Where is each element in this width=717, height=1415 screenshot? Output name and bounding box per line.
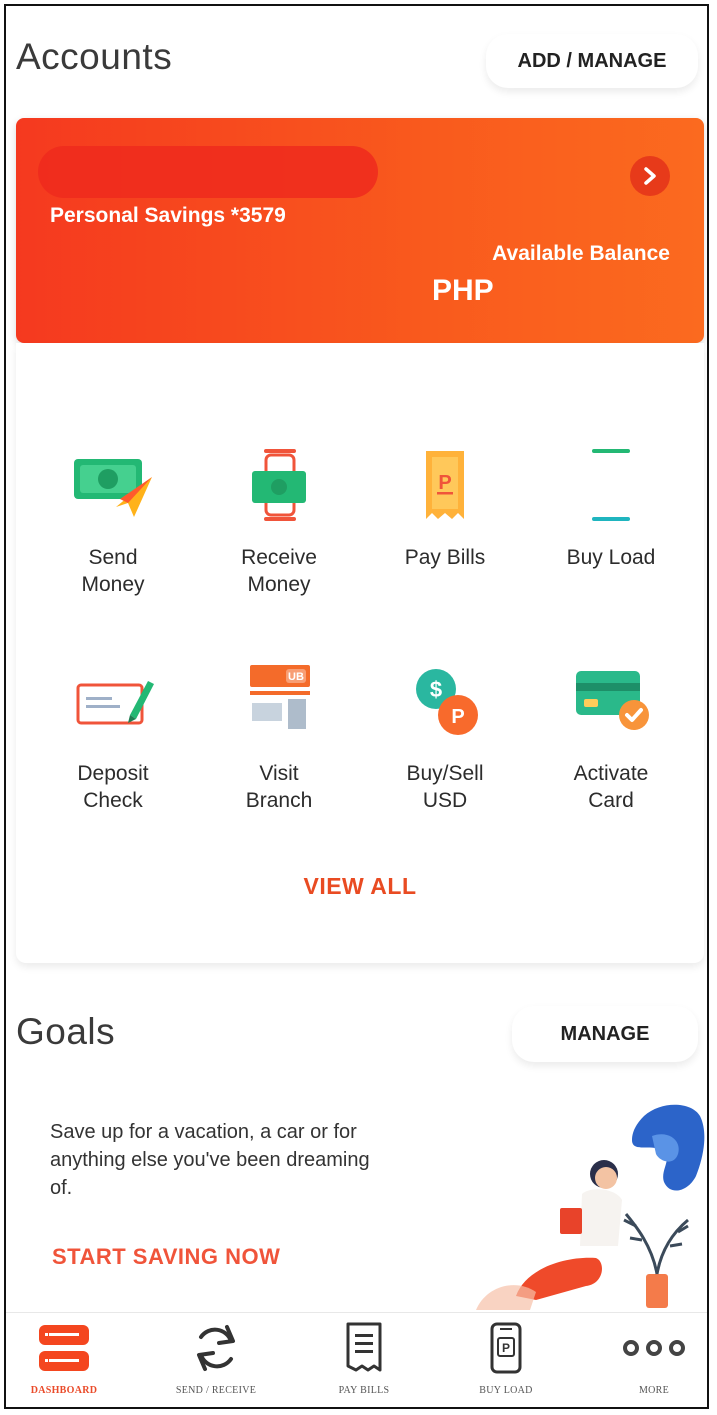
action-label: Send Money	[81, 546, 145, 596]
nav-dashboard[interactable]: DASHBOARD	[6, 1319, 134, 1396]
buy-load-phone-icon: P	[490, 1322, 522, 1374]
action-label: Activate Card	[573, 762, 649, 812]
svg-text:UB: UB	[288, 671, 304, 683]
view-all-link[interactable]: VIEW ALL	[16, 873, 704, 900]
account-details-button[interactable]	[630, 156, 670, 196]
receive-money-icon	[252, 449, 306, 521]
available-balance-label: Available Balance	[492, 242, 670, 265]
action-label: Receive Money	[241, 546, 317, 596]
redacted-account-holder	[38, 146, 378, 198]
activate-card-icon	[576, 671, 649, 730]
goals-illustration	[476, 1104, 705, 1310]
start-saving-now-link[interactable]: START SAVING NOW	[52, 1244, 280, 1270]
send-money-icon	[74, 459, 152, 517]
action-activate-card[interactable]: Activate Card	[528, 663, 694, 814]
goals-title: Goals	[16, 1011, 116, 1052]
nav-buy-load[interactable]: P BUY LOAD	[436, 1319, 576, 1396]
accounts-title: Accounts	[16, 36, 173, 77]
nav-pay-bills[interactable]: PAY BILLS	[294, 1319, 434, 1396]
goals-description: Save up for a vacation, a car or for any…	[50, 1121, 370, 1199]
bottom-navigation: DASHBOARD SEND / RECEIVE PAY BILLS P BUY…	[6, 1312, 707, 1407]
buy-sell-usd-icon: $ P	[416, 669, 478, 735]
action-buy-sell-usd[interactable]: $ P Buy/Sell USD	[362, 663, 528, 814]
svg-text:$: $	[430, 677, 442, 702]
action-pay-bills[interactable]: P Pay Bills	[362, 447, 528, 571]
action-deposit-check[interactable]: Deposit Check	[30, 663, 196, 814]
nav-more[interactable]: MORE	[584, 1319, 707, 1396]
svg-text:P: P	[502, 1341, 510, 1355]
svg-text:P: P	[451, 706, 464, 728]
action-send-money[interactable]: Send Money	[30, 447, 196, 598]
action-receive-money[interactable]: Receive Money	[196, 447, 362, 598]
nav-label: BUY LOAD	[479, 1385, 533, 1396]
add-manage-button[interactable]: ADD / MANAGE	[486, 34, 698, 88]
svg-text:P: P	[438, 472, 451, 494]
action-buy-load[interactable]: Buy Load	[528, 447, 694, 571]
action-label: Visit Branch	[245, 762, 313, 812]
action-label: Buy Load	[566, 546, 656, 569]
action-visit-branch[interactable]: UB Visit Branch	[196, 663, 362, 814]
action-label: Buy/Sell USD	[406, 762, 484, 812]
goals-card: Save up for a vacation, a car or for any…	[16, 1096, 705, 1310]
quick-actions-panel: Send Money Receive Money P Pay Bills Buy…	[16, 343, 704, 963]
visit-branch-icon: UB	[250, 665, 310, 729]
nav-label: MORE	[638, 1385, 670, 1396]
nav-send-receive[interactable]: SEND / RECEIVE	[146, 1319, 286, 1396]
account-name: Personal Savings *3579	[50, 204, 286, 227]
chevron-right-icon	[644, 167, 656, 185]
dashboard-icon	[39, 1325, 89, 1371]
send-receive-icon	[197, 1325, 235, 1371]
manage-goals-button[interactable]: MANAGE	[512, 1006, 698, 1062]
more-icon	[623, 1340, 685, 1356]
nav-label: SEND / RECEIVE	[175, 1385, 257, 1396]
pay-bills-receipt-icon	[346, 1322, 382, 1372]
deposit-check-icon	[76, 681, 154, 725]
nav-label: PAY BILLS	[338, 1385, 390, 1396]
action-label: Pay Bills	[404, 546, 486, 569]
account-card[interactable]: Personal Savings *3579 Available Balance…	[16, 118, 704, 343]
pay-bills-icon: P	[426, 451, 464, 519]
app-screen: Accounts ADD / MANAGE Personal Savings *…	[4, 4, 709, 1409]
balance-currency: PHP	[432, 274, 494, 307]
buy-load-icon	[592, 449, 630, 521]
action-label: Deposit Check	[77, 762, 149, 812]
nav-label: DASHBOARD	[30, 1385, 98, 1396]
